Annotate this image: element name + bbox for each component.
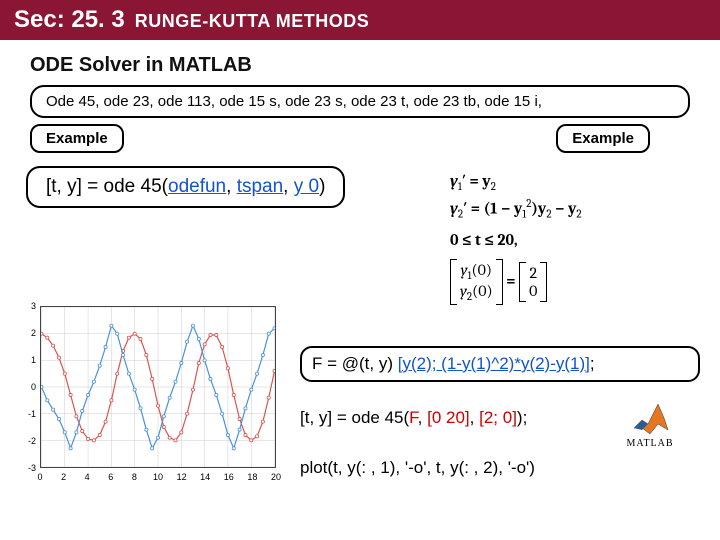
plot-area — [40, 306, 276, 468]
code-line-3: plot(t, y(: , 1), '-o', t, y(: , 2), '-o… — [300, 458, 700, 478]
initial-conditions: y1(0) y2(0) = 2 0 — [450, 259, 700, 305]
plot-svg — [41, 307, 275, 467]
vdp-plot: -3-2-10123 02468101214161820 — [18, 300, 280, 490]
matlab-logo: MATLAB — [610, 400, 690, 449]
syntax-close: ) — [319, 176, 325, 197]
syntax-arg-y0: y 0 — [294, 176, 319, 197]
code-body-1: [y(2); (1-y(1)^2)*y(2)-y(1)] — [398, 354, 590, 373]
title-bar: Sec: 25. 3 RUNGE-KUTTA METHODS — [0, 0, 720, 40]
syntax-arg-odefun: odefun — [168, 176, 226, 197]
solver-list-box: Ode 45, ode 23, ode 113, ode 15 s, ode 2… — [30, 85, 690, 118]
equations-block: y1′ = y2 y2′ = (1 − y12)y2 − y2 0 ≤ t ≤ … — [450, 168, 700, 309]
eq-range: 0 ≤ t ≤ 20, — [450, 231, 700, 249]
y-axis-ticks: -3-2-10123 — [18, 306, 38, 468]
example-label-left: Example — [30, 124, 124, 153]
subtitle: ODE Solver in MATLAB — [30, 54, 690, 77]
eq-1: y1′ = y2 — [450, 172, 700, 193]
ic-lhs-bracket: y1(0) y2(0) — [450, 259, 503, 305]
section-number: Sec: 25. 3 — [14, 6, 125, 34]
eq-2: y2′ = (1 − y12)y2 − y2 — [450, 197, 700, 221]
ic-rhs-bracket: 2 0 — [519, 262, 547, 302]
section-title: RUNGE-KUTTA METHODS — [135, 11, 369, 32]
syntax-arg-tspan: tspan — [237, 176, 283, 197]
syntax-lhs: [t, y] = ode 45( — [46, 176, 168, 197]
x-axis-ticks: 02468101214161820 — [40, 470, 276, 490]
solver-list: Ode 45, ode 23, ode 113, ode 15 s, ode 2… — [46, 93, 542, 110]
matlab-logo-text: MATLAB — [626, 438, 673, 449]
example-label-right: Example — [556, 124, 650, 153]
matlab-icon — [628, 400, 672, 436]
syntax-box: [t, y] = ode 45(odefun, tspan, y 0) — [26, 166, 345, 208]
code-line-1: F = @(t, y) [y(2); (1-y(1)^2)*y(2)-y(1)]… — [300, 346, 700, 382]
example-labels-row: Example Example — [30, 124, 690, 156]
